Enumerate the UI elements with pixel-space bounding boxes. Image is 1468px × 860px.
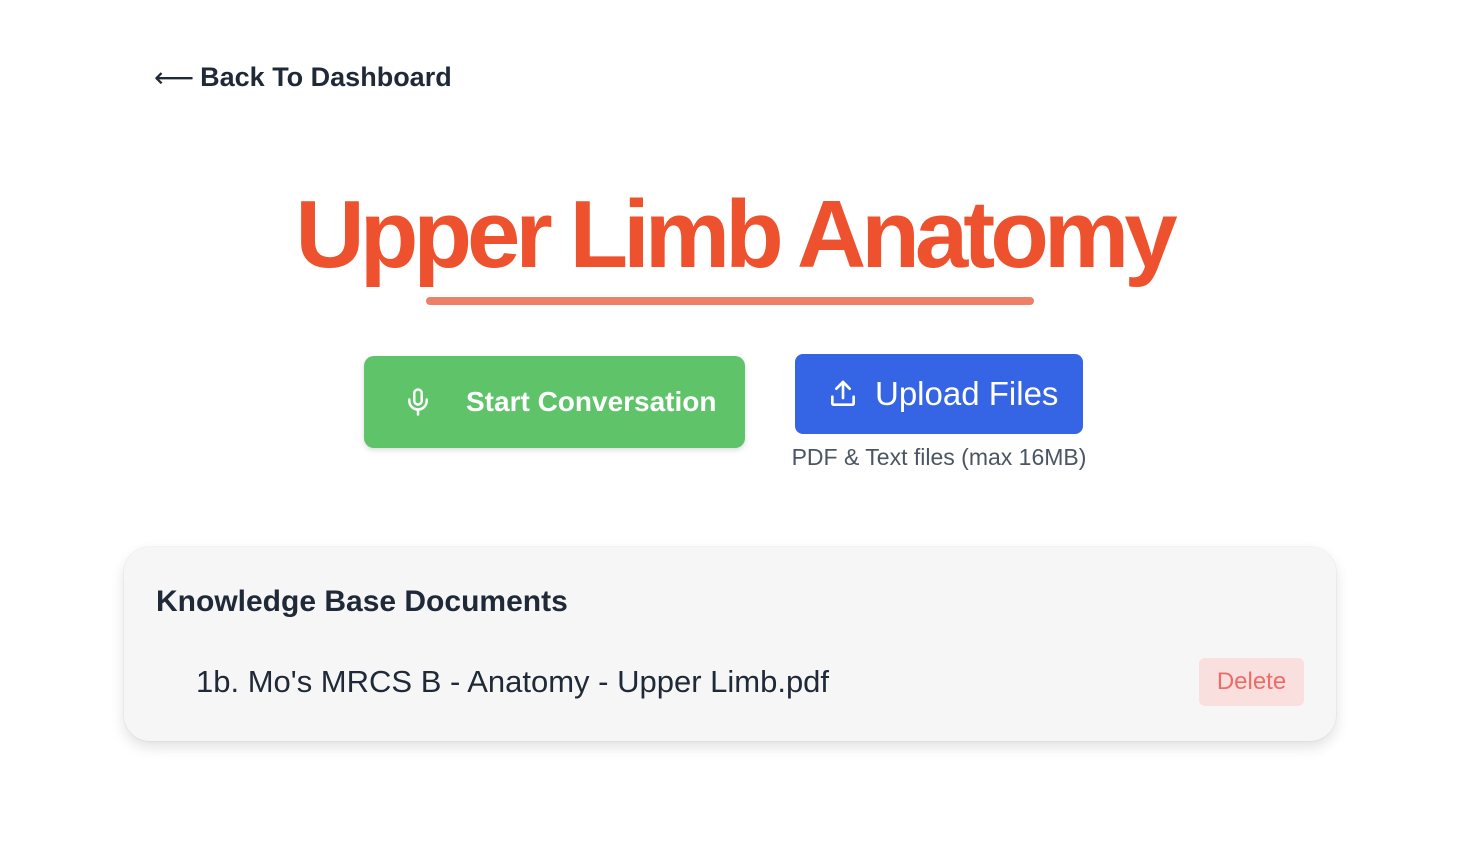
knowledge-base-title: Knowledge Base Documents [156, 585, 568, 618]
title-underline [426, 297, 1034, 305]
start-conversation-button[interactable]: Start Conversation [364, 356, 745, 448]
upload-files-label: Upload Files [875, 375, 1059, 412]
arrow-left-icon: ⟵ [154, 60, 195, 94]
upload-icon [827, 378, 859, 410]
microphone-icon [403, 387, 433, 417]
document-name: 1b. Mo's MRCS B - Anatomy - Upper Limb.p… [196, 664, 830, 699]
back-to-dashboard-link[interactable]: ⟵ Back To Dashboard [154, 62, 452, 93]
page-title: Upper Limb Anatomy [295, 181, 1177, 288]
start-conversation-label: Start Conversation [466, 386, 717, 417]
upload-hint: PDF & Text files (max 16MB) [791, 444, 1087, 470]
title-container: Upper Limb Anatomy [0, 180, 1468, 290]
upload-files-button[interactable]: Upload Files [795, 354, 1083, 434]
knowledge-base-card: Knowledge Base Documents 1b. Mo's MRCS B… [124, 547, 1336, 741]
page: ⟵ Back To Dashboard Upper Limb Anatomy S… [0, 0, 1468, 860]
back-link-label: Back To Dashboard [200, 62, 452, 92]
list-item: 1b. Mo's MRCS B - Anatomy - Upper Limb.p… [196, 657, 1304, 707]
delete-button[interactable]: Delete [1199, 658, 1304, 706]
